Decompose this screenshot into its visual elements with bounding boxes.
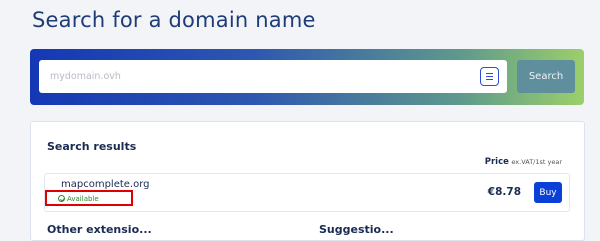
check-circle-icon xyxy=(58,195,65,202)
availability-status: Available xyxy=(67,195,99,203)
price-note: ex.VAT/1st year xyxy=(511,158,562,166)
page-title: Search for a domain name xyxy=(32,8,316,32)
availability-badge: Available xyxy=(58,194,99,203)
result-domain-name: mapcomplete.org xyxy=(61,179,150,190)
other-extensions-heading: Other extensio... xyxy=(47,223,152,236)
price-column-header: Price ex.VAT/1st year xyxy=(485,157,562,167)
availability-highlight-box: Available xyxy=(45,190,133,206)
search-results-title: Search results xyxy=(47,140,137,153)
search-box xyxy=(39,60,507,93)
search-banner: Search xyxy=(30,49,584,105)
price-label: Price xyxy=(484,157,509,167)
search-results-card: Search results Price ex.VAT/1st year map… xyxy=(30,121,585,241)
result-row: mapcomplete.org Available €8.78 Buy xyxy=(44,173,570,212)
search-button[interactable]: Search xyxy=(517,60,575,93)
list-icon[interactable] xyxy=(480,67,499,86)
buy-button[interactable]: Buy xyxy=(534,182,562,203)
result-price: €8.78 xyxy=(487,186,521,198)
suggestions-heading: Suggestio... xyxy=(319,223,394,236)
domain-search-input[interactable] xyxy=(39,60,469,93)
